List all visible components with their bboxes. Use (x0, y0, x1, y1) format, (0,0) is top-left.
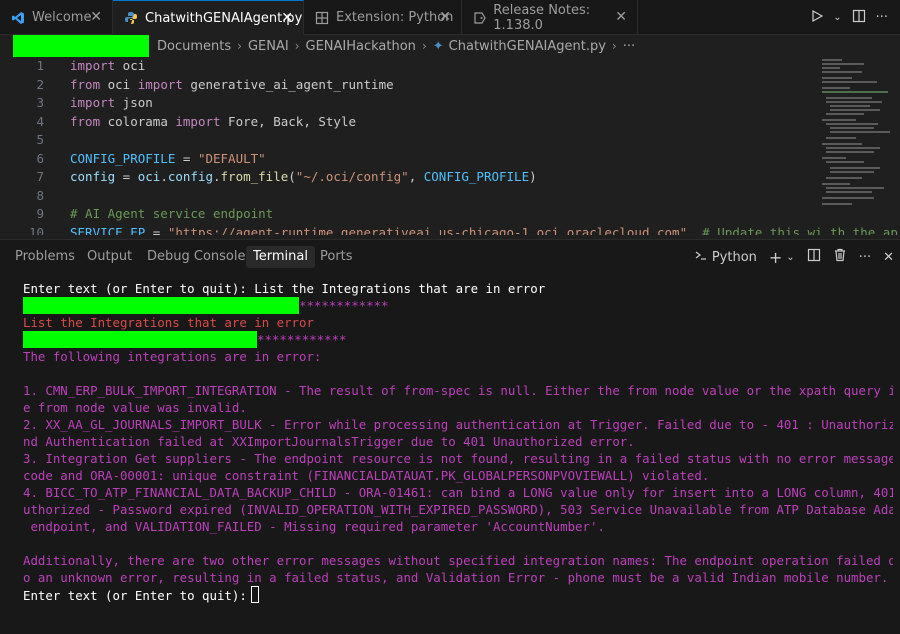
code-line: SERVICE_EP = "https://agent-runtime.gene… (70, 224, 898, 236)
breadcrumb-item[interactable]: Documents (157, 39, 231, 54)
python-file-icon (123, 10, 139, 26)
terminal-line: nd Authentication failed at XXImportJour… (23, 434, 635, 449)
more-icon[interactable]: ··· (623, 39, 635, 54)
breadcrumb-item[interactable]: GENAI (248, 39, 289, 54)
code-line: import json (70, 95, 153, 110)
chevron-right-icon: › (237, 39, 242, 53)
code-editor[interactable]: 1 import oci 2 from oci import generative_… (0, 57, 900, 235)
line-number: 4 (36, 113, 44, 129)
chevron-down-icon[interactable]: ⌄ (786, 252, 794, 263)
chevron-right-icon: › (294, 39, 300, 53)
chevron-down-icon[interactable]: ⌄ (833, 12, 841, 23)
editor-actions: ⌄ ··· (811, 0, 900, 35)
terminal-actions: Python + ⌄ ··· ✕ (694, 246, 894, 268)
line-number: 1 (36, 58, 44, 73)
tab-label: Extension: Python (336, 10, 454, 25)
redacted-text (23, 297, 299, 314)
terminal-line: 2. XX_AA_GL_JOURNALS_IMPORT_BULK - Error… (23, 417, 893, 432)
tab-ports[interactable]: Ports (313, 246, 360, 268)
tab-label: Welcome (32, 10, 92, 25)
minimap[interactable] (820, 57, 890, 235)
line-number: 2 (36, 76, 44, 92)
terminal-profile-label: Python (711, 249, 757, 265)
code-line: from oci import generative_ai_agent_runt… (70, 76, 394, 92)
tab-release-notes[interactable]: Release Notes: 1.138.0 ✕ (462, 0, 638, 35)
breadcrumb-item[interactable]: ChatwithGENAIAgent.py (449, 39, 606, 54)
close-icon[interactable]: ✕ (615, 9, 627, 25)
terminal-line: ************ (23, 331, 893, 348)
terminal-line: Enter text (or Enter to quit): List the … (23, 281, 546, 296)
panel-tab-bar: Problems Output Debug Console Terminal P… (0, 240, 900, 275)
terminal-profile[interactable]: Python (694, 248, 757, 266)
vscode-icon (10, 10, 26, 26)
terminal-line: The following integrations are in error: (23, 349, 322, 364)
close-icon[interactable]: ✕ (439, 9, 451, 25)
terminal-line: code and ORA-00001: unique constraint (F… (23, 468, 710, 483)
chevron-right-icon: › (421, 39, 427, 53)
line-number: 8 (36, 187, 44, 203)
bottom-panel: Problems Output Debug Console Terminal P… (0, 239, 900, 634)
terminal-line: endpoint, and VALIDATION_FAILED - Missin… (23, 519, 605, 534)
terminal-line: List the Integrations that are in error (23, 315, 314, 330)
code-line: import oci (70, 58, 146, 73)
line-number: 9 (36, 206, 44, 221)
line-number: 7 (36, 169, 44, 184)
editor-tab-bar: Welcome ✕ ChatwithGENAIAgent.py ✕ Extens… (0, 0, 900, 35)
terminal-prompt: Enter text (or Enter to quit): (23, 588, 247, 603)
code-line: config = oci.config.from_file("~/.oci/co… (70, 169, 537, 184)
line-number: 5 (36, 132, 44, 147)
more-actions-icon[interactable]: ··· (859, 250, 871, 265)
code-line: from colorama import Fore, Back, Style (70, 113, 356, 129)
close-icon[interactable]: ✕ (90, 9, 102, 25)
extension-icon (314, 10, 330, 26)
tab-label: ChatwithGENAIAgent.py (145, 10, 303, 26)
line-number: 3 (36, 95, 44, 110)
redacted-path (13, 35, 149, 57)
add-terminal-icon[interactable]: + (769, 248, 782, 267)
terminal-cursor (250, 586, 259, 603)
close-icon[interactable]: ✕ (281, 10, 293, 26)
close-panel-icon[interactable]: ✕ (883, 250, 894, 265)
more-actions-icon[interactable]: ··· (876, 10, 888, 25)
chevron-right-icon: › (611, 39, 617, 53)
run-icon[interactable] (811, 9, 824, 26)
tab-debug-console[interactable]: Debug Console (140, 246, 253, 268)
tab-problems[interactable]: Problems (8, 246, 82, 268)
breadcrumb: Documents › GENAI › GENAIHackathon › ✦ C… (0, 35, 900, 57)
line-number: 6 (36, 150, 44, 166)
terminal-line: 3. Integration Get suppliers - The endpo… (23, 451, 893, 466)
split-editor-icon[interactable] (852, 9, 866, 27)
terminal-icon (694, 248, 708, 266)
terminal-line: 1. CMN_ERP_BULK_IMPORT_INTEGRATION - The… (23, 383, 893, 398)
terminal-line: ************ (23, 297, 893, 314)
tab-chatwithgenaiagent[interactable]: ChatwithGENAIAgent.py ✕ (113, 0, 304, 35)
tab-extension-python[interactable]: Extension: Python ✕ (304, 0, 462, 35)
terminal-line: Additionally, there are two other error … (23, 553, 893, 568)
terminal-line: uthorized - Password expired (INVALID_OP… (23, 502, 893, 517)
tab-output[interactable]: Output (80, 246, 139, 268)
code-line: # AI Agent service endpoint (70, 206, 274, 221)
breadcrumb-item[interactable]: GENAIHackathon (306, 39, 416, 54)
terminal-line: o an unknown error, resulting in a faile… (23, 570, 889, 585)
tab-terminal[interactable]: Terminal (246, 246, 315, 268)
code-line: CONFIG_PROFILE = "DEFAULT" (70, 150, 266, 166)
redacted-text (23, 331, 257, 348)
trash-icon[interactable] (833, 248, 847, 266)
terminal-line: e from node value was invalid. (23, 400, 247, 415)
python-file-icon: ✦ (432, 38, 444, 54)
split-terminal-icon[interactable] (807, 248, 821, 266)
tab-welcome[interactable]: Welcome ✕ (0, 0, 113, 35)
terminal-line: Enter text (or Enter to quit): (23, 586, 893, 603)
terminal-line: 4. BICC_TO_ATP_FINANCIAL_DATA_BACKUP_CHI… (23, 485, 893, 500)
terminal-output[interactable]: Enter text (or Enter to quit): List the … (23, 280, 893, 603)
release-notes-icon (472, 10, 487, 26)
line-number: 10 (28, 224, 44, 236)
